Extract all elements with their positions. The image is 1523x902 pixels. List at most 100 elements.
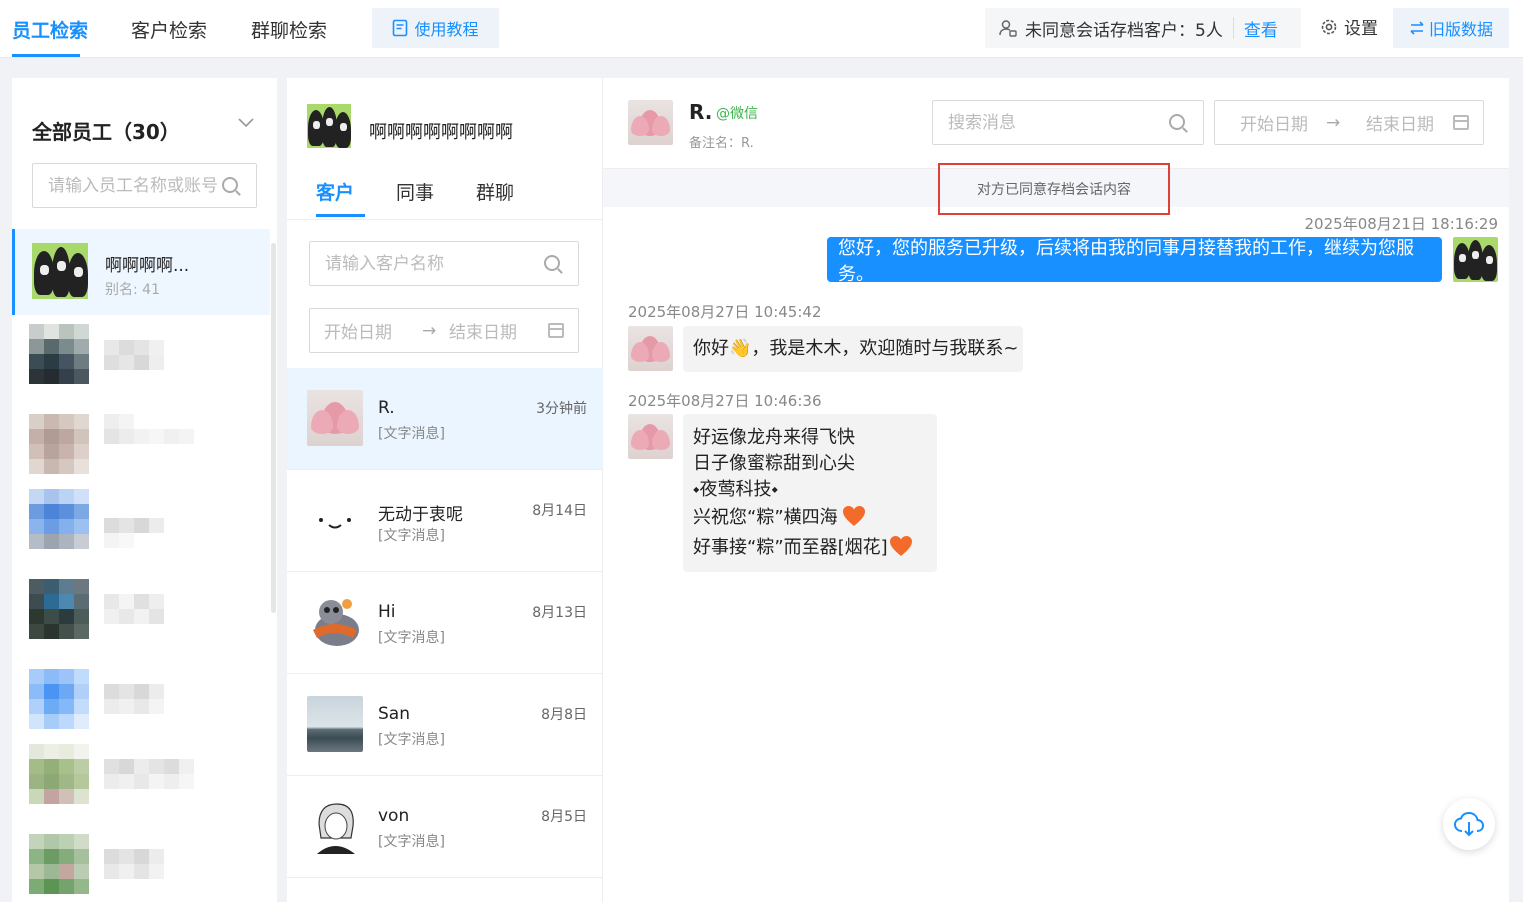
top-bar: 员工检索 客户检索 群聊检索 使用教程 未同意会话存档客户：5人 查看 设置 旧… <box>0 0 1523 58</box>
avatar <box>29 834 89 894</box>
user-lock-icon <box>999 20 1017 37</box>
employee-name-blurred <box>104 684 194 714</box>
conversation-item[interactable]: R. [文字消息] 3分钟前 <box>287 368 603 470</box>
unconsented-customers-box: 未同意会话存档客户：5人 查看 <box>985 8 1301 48</box>
incoming-message[interactable]: 好运像龙舟来得飞快 日子像蜜粽甜到心尖 ⬩夜莺科技⬩ 兴祝您“粽”横四海 好事接… <box>683 414 937 572</box>
conversation-name: 无动于衷呢 <box>378 505 463 525</box>
customer-search-box <box>309 241 579 286</box>
old-data-button[interactable]: 旧版数据 <box>1393 8 1509 48</box>
conversation-avatar <box>307 492 363 548</box>
message-line: ⬩夜莺科技⬩ <box>693 479 778 500</box>
calendar-icon[interactable] <box>548 323 564 338</box>
conversation-item[interactable]: 无动于衷呢 [文字消息] 8月14日 <box>287 470 603 572</box>
message-line: 日子像蜜粽甜到心尖 <box>693 453 855 474</box>
employee-name-blurred <box>104 849 194 879</box>
message-date-range[interactable]: 开始日期 → 结束日期 <box>1214 100 1484 145</box>
message-line: 好事接“粽”而至器[烟花] <box>693 533 927 563</box>
settings-label: 设置 <box>1344 19 1378 39</box>
divider <box>1232 17 1234 39</box>
message-timestamp: 2025年08月27日 10:46:36 <box>628 392 822 410</box>
conversation-avatar <box>307 798 363 854</box>
tab-group-search[interactable]: 群聊检索 <box>251 16 327 43</box>
contact-source: @微信 <box>716 106 758 122</box>
view-link[interactable]: 查看 <box>1244 16 1278 41</box>
employee-name-blurred <box>104 340 194 370</box>
tab-colleagues[interactable]: 同事 <box>396 178 434 205</box>
incoming-message[interactable]: 你好👋，我是木木，欢迎随时与我联系~ <box>683 326 1023 372</box>
conversation-time: 8月8日 <box>541 707 587 723</box>
conversation-preview: [文字消息] <box>378 630 445 646</box>
conversation-preview: [文字消息] <box>378 426 445 442</box>
tab-customers[interactable]: 客户 <box>316 178 354 205</box>
conversation-time: 8月14日 <box>532 503 587 519</box>
search-icon[interactable] <box>544 255 560 271</box>
unconsented-count-label: 未同意会话存档客户：5人 <box>1025 20 1223 41</box>
tutorial-button[interactable]: 使用教程 <box>372 8 499 48</box>
employee-name: 啊啊啊啊... <box>105 256 190 276</box>
search-icon[interactable] <box>1169 114 1185 130</box>
search-icon[interactable] <box>222 177 238 193</box>
avatar <box>29 324 89 384</box>
contact-avatar <box>628 414 673 459</box>
calendar-icon[interactable] <box>1453 115 1469 130</box>
employee-search-input[interactable] <box>48 175 220 196</box>
message-search-input[interactable] <box>948 112 1167 133</box>
conversation-avatar <box>307 390 363 446</box>
employee-avatar <box>307 104 351 148</box>
selected-employee-name: 啊啊啊啊啊啊啊啊 <box>369 122 513 143</box>
tab-group-chats[interactable]: 群聊 <box>476 178 514 205</box>
gear-icon <box>1321 19 1337 34</box>
end-date-input[interactable]: 结束日期 <box>449 318 517 343</box>
conversation-preview: [文字消息] <box>378 834 445 850</box>
conversation-item[interactable]: San [文字消息] 8月8日 <box>287 674 603 776</box>
conversation-avatar <box>307 696 363 752</box>
message-timestamp: 2025年08月21日 18:16:29 <box>1304 215 1498 233</box>
swap-icon <box>1410 21 1424 35</box>
contact-remark: 备注名：R. <box>689 136 754 151</box>
conversation-name: San <box>378 704 410 724</box>
arrow-right-icon: → <box>1326 112 1341 133</box>
tutorial-label: 使用教程 <box>414 20 479 39</box>
arrow-right-icon: → <box>422 320 437 341</box>
conversation-item[interactable]: Hi [文字消息] 8月13日 <box>287 572 603 674</box>
employee-name-blurred <box>104 759 194 789</box>
tab-customer-search[interactable]: 客户检索 <box>131 16 207 43</box>
conversation-avatar <box>307 594 363 650</box>
avatar <box>29 579 89 639</box>
chevron-down-icon[interactable] <box>238 116 254 132</box>
message-search-box <box>932 100 1204 145</box>
contact-avatar <box>628 100 673 145</box>
heart-icon <box>842 506 865 526</box>
avatar <box>29 669 89 729</box>
conversation-preview: [文字消息] <box>378 528 445 544</box>
conversation-time: 3分钟前 <box>536 401 587 417</box>
message-line: 好运像龙舟来得飞快 <box>693 427 855 448</box>
conversation-name: R. <box>378 398 395 418</box>
employee-item-selected[interactable]: 啊啊啊啊... 别名: 41 <box>12 229 270 315</box>
cloud-download-icon <box>1453 811 1485 837</box>
settings-button[interactable]: 设置 <box>1320 14 1378 39</box>
consent-notice: 对方已同意存档会话内容 <box>938 163 1170 215</box>
customer-date-range[interactable]: 开始日期 → 结束日期 <box>309 308 579 353</box>
customer-search-input[interactable] <box>325 253 542 274</box>
waving-hand-icon: 👋 <box>729 338 752 359</box>
conversation-time: 8月5日 <box>541 809 587 825</box>
old-data-label: 旧版数据 <box>1428 20 1493 39</box>
employee-search-box <box>32 163 257 208</box>
avatar <box>29 414 89 474</box>
active-tab-underline <box>12 54 80 57</box>
conversation-preview: [文字消息] <box>378 732 445 748</box>
start-date-input[interactable]: 开始日期 <box>324 318 392 343</box>
conversation-item[interactable]: von [文字消息] 8月5日 <box>287 776 603 878</box>
outgoing-message[interactable]: 您好，您的服务已升级，后续将由我的同事月接替我的工作，继续为您服务。 <box>827 237 1442 285</box>
message-line: 兴祝您“粽”横四海 <box>693 503 927 533</box>
tab-employee-search[interactable]: 员工检索 <box>12 16 88 43</box>
conversation-panel: 啊啊啊啊啊啊啊啊 客户 同事 群聊 开始日期 → 结束日期 R. [文字消息] … <box>287 78 603 902</box>
download-button[interactable] <box>1443 798 1495 850</box>
active-subtab-underline <box>316 214 365 217</box>
employee-list-scrollbar[interactable] <box>271 243 276 613</box>
employee-list-title[interactable]: 全部员工（30） <box>32 116 180 145</box>
end-date-input[interactable]: 结束日期 <box>1366 110 1434 135</box>
start-date-input[interactable]: 开始日期 <box>1240 110 1308 135</box>
message-timestamp: 2025年08月27日 10:45:42 <box>628 303 822 321</box>
